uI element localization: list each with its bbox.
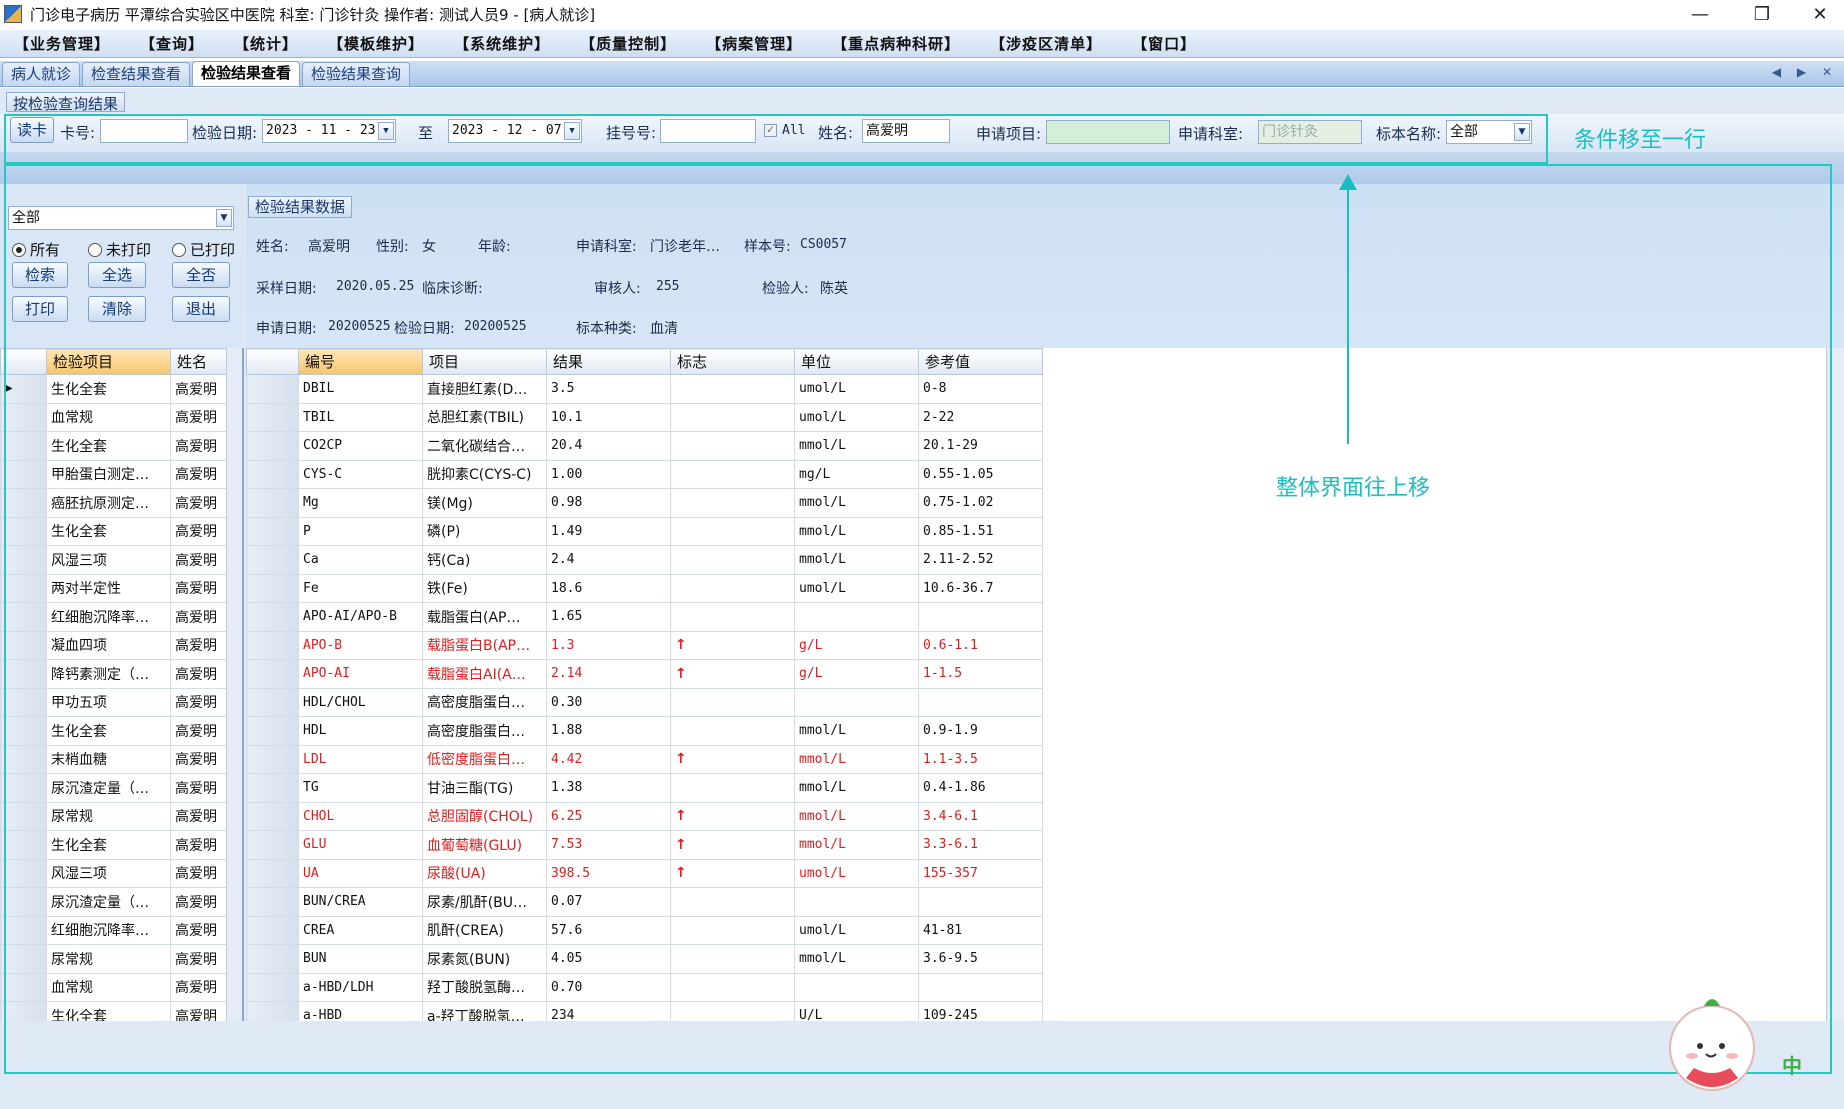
menu-item-4[interactable]: 【系统维护】 <box>454 33 550 54</box>
menu-item-5[interactable]: 【质量控制】 <box>580 33 676 54</box>
move-note: 整体界面往上移 <box>1276 476 1431 501</box>
close-button[interactable]: ✕ <box>1796 2 1844 26</box>
ime-indicator[interactable]: 中 <box>1782 1050 1802 1079</box>
tab-bar: 病人就诊 检查结果查看 检验结果查看 检验结果查询 ◀ ▶ ✕ <box>0 61 1844 87</box>
tab-0[interactable]: 病人就诊 <box>2 62 81 86</box>
up-arrow-line <box>1347 186 1349 444</box>
cond-note: 条件移至一行 <box>1574 128 1707 153</box>
menu-item-7[interactable]: 【重点病种科研】 <box>832 33 960 54</box>
minimize-button[interactable]: — <box>1676 2 1724 26</box>
menu-item-1[interactable]: 【查询】 <box>140 33 204 54</box>
app-icon <box>4 5 22 23</box>
menu-bar: 【业务管理】 【查询】 【统计】 【模板维护】 【系统维护】 【质量控制】 【病案管理】 【重… <box>0 30 1844 58</box>
menu-item-9[interactable]: 【窗口】 <box>1132 33 1196 54</box>
tab-3[interactable]: 检验结果查询 <box>302 62 411 86</box>
menu-item-2[interactable]: 【统计】 <box>234 33 298 54</box>
restore-button[interactable]: ❐ <box>1738 2 1786 26</box>
menu-item-0[interactable]: 【业务管理】 <box>14 33 110 54</box>
up-arrow-icon <box>1339 174 1357 190</box>
layout-highlight-box <box>4 164 1832 1074</box>
window-title: 门诊电子病历 平潭综合实验区中医院 科室: 门诊针灸 操作者: 测试人员9 - … <box>30 5 596 24</box>
tab-2[interactable]: 检验结果查看 <box>192 61 301 86</box>
query-group-title: 按检验查询结果 <box>6 92 126 113</box>
title-bar: 门诊电子病历 平潭综合实验区中医院 科室: 门诊针灸 操作者: 测试人员9 - … <box>0 0 1844 28</box>
tab-controls[interactable]: ◀ ▶ ✕ <box>1772 65 1838 79</box>
mascot-icon <box>1664 990 1760 1094</box>
condition-highlight-box <box>4 114 1548 164</box>
menu-item-6[interactable]: 【病案管理】 <box>706 33 802 54</box>
tab-1[interactable]: 检查结果查看 <box>82 62 191 86</box>
menu-item-8[interactable]: 【涉疫区清单】 <box>990 33 1102 54</box>
menu-item-3[interactable]: 【模板维护】 <box>328 33 424 54</box>
